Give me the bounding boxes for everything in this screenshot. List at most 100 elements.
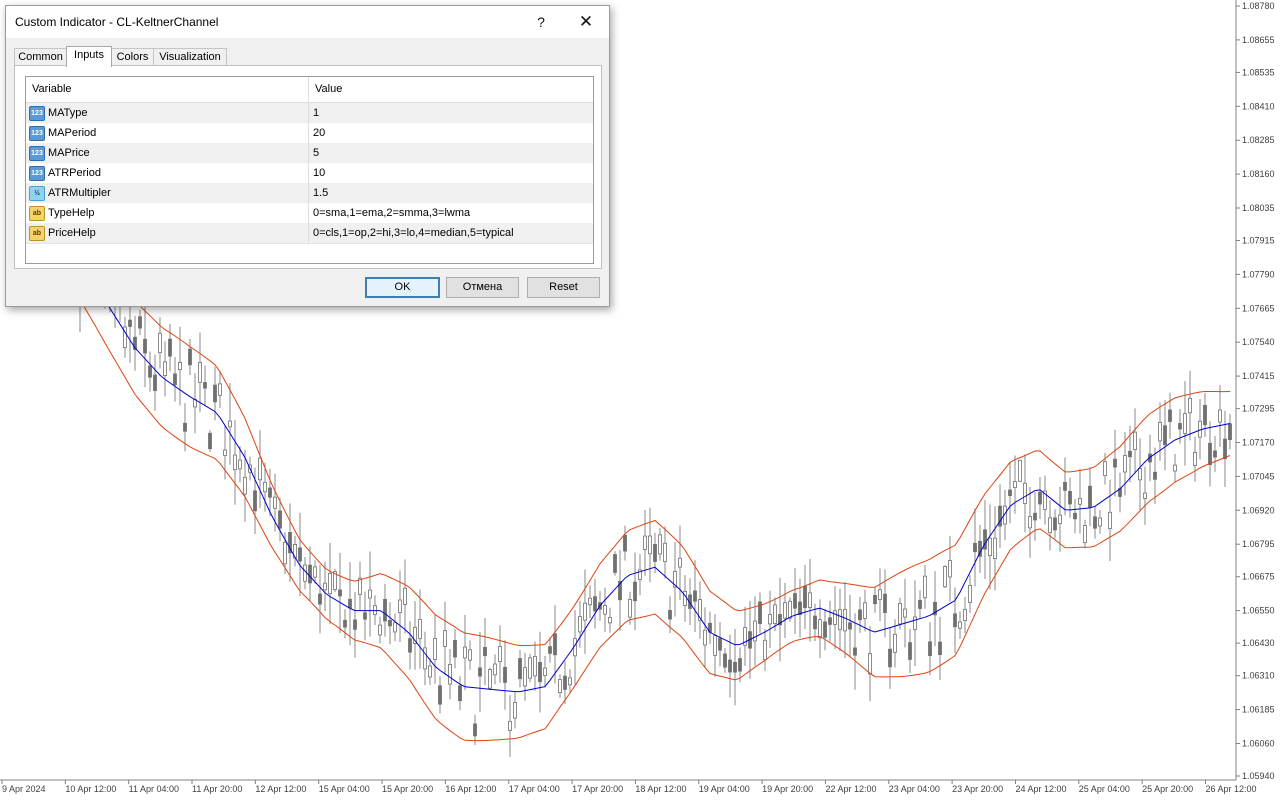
tab-visualization[interactable]: Visualization <box>153 48 227 66</box>
candle-body <box>1153 471 1157 480</box>
candle-body <box>508 720 512 731</box>
time-axis-labels: 9 Apr 2024 10 Apr 12:00 11 Apr 04:00 11 Apr… <box>1 780 1257 794</box>
table-row[interactable]: ½ ATRMultipler 1.5 <box>26 183 593 204</box>
candle-body <box>213 384 217 403</box>
candle-body <box>488 669 492 689</box>
candle-body <box>898 602 902 625</box>
candle-body <box>363 612 367 620</box>
candle-body <box>273 496 277 509</box>
column-header-value[interactable]: Value <box>309 77 593 102</box>
value-cell[interactable]: 10 <box>313 163 325 183</box>
candle-body <box>1133 431 1137 451</box>
time-label: 22 Apr 12:00 <box>825 784 876 794</box>
candle-body <box>428 665 432 678</box>
candle-body <box>1178 423 1182 430</box>
candle-body <box>1193 452 1197 466</box>
candle-body <box>128 319 132 327</box>
table-row[interactable]: ab TypeHelp 0=sma,1=ema,2=smma,3=lwma <box>26 203 593 224</box>
candle-body <box>468 649 472 661</box>
cancel-button[interactable]: Отмена <box>446 277 519 298</box>
candle-body <box>888 648 892 668</box>
candle-body <box>628 598 632 618</box>
time-label: 17 Apr 04:00 <box>509 784 560 794</box>
tab-colors[interactable]: Colors <box>111 48 154 66</box>
candle-body <box>243 476 247 495</box>
ok-button[interactable]: OK <box>365 277 440 298</box>
candle-body <box>513 702 517 719</box>
candle-body <box>208 432 212 450</box>
candle-body <box>798 601 802 615</box>
candle-body <box>203 382 207 389</box>
candle-body <box>1173 464 1177 472</box>
candle-body <box>728 659 732 673</box>
candle-body <box>493 663 497 676</box>
candle-body <box>458 685 462 702</box>
candle-body <box>648 535 652 555</box>
table-row[interactable]: ab PriceHelp 0=cls,1=op,2=hi,3=lo,4=medi… <box>26 223 593 244</box>
candle-body <box>1168 409 1172 422</box>
candle-body <box>283 541 287 565</box>
candle-body <box>1023 482 1027 504</box>
variable-cell: ab TypeHelp <box>26 203 309 223</box>
table-row[interactable]: 123 ATRPeriod 10 <box>26 163 593 184</box>
value-cell[interactable]: 20 <box>313 123 325 143</box>
candle-body <box>518 658 522 680</box>
table-row[interactable]: 123 MAPeriod 20 <box>26 123 593 144</box>
candle-body <box>703 629 707 646</box>
price-label: 1.06675 <box>1242 572 1275 582</box>
candle-body <box>1078 497 1082 505</box>
help-button[interactable]: ? <box>521 10 561 34</box>
candle-body <box>928 641 932 656</box>
value-cell[interactable]: 1.5 <box>313 183 328 203</box>
candle-body <box>403 587 407 605</box>
candle-body <box>533 655 537 677</box>
candle-body <box>418 619 422 640</box>
time-label: 23 Apr 04:00 <box>889 784 940 794</box>
candle-body <box>448 664 452 685</box>
candle-body <box>803 585 807 608</box>
time-label: 16 Apr 12:00 <box>445 784 496 794</box>
candle-body <box>938 641 942 656</box>
reset-button[interactable]: Reset <box>527 277 600 298</box>
candle-body <box>733 661 737 673</box>
candle-body <box>723 653 727 668</box>
candle-body <box>328 572 332 595</box>
variable-name: TypeHelp <box>48 207 95 219</box>
candle-body <box>348 598 352 609</box>
string-icon: ab <box>29 206 45 221</box>
time-label: 11 Apr 04:00 <box>129 784 179 794</box>
custom-indicator-dialog: Custom Indicator - CL-KeltnerChannel ? ✕… <box>5 5 610 307</box>
time-label: 25 Apr 20:00 <box>1142 784 1193 794</box>
table-row[interactable]: 123 MAPrice 5 <box>26 143 593 164</box>
time-label: 19 Apr 04:00 <box>699 784 750 794</box>
price-label: 1.08535 <box>1242 67 1275 77</box>
time-label: 24 Apr 12:00 <box>1015 784 1066 794</box>
candle-body <box>218 383 222 396</box>
candle-body <box>1183 413 1187 434</box>
dialog-titlebar[interactable]: Custom Indicator - CL-KeltnerChannel ? ✕ <box>6 6 609 38</box>
candle-body <box>433 638 437 660</box>
column-header-variable[interactable]: Variable <box>26 77 309 102</box>
candle-body <box>1163 425 1167 446</box>
candle-body <box>873 594 877 605</box>
candle-body <box>1068 491 1072 505</box>
candle-body <box>768 614 772 625</box>
value-cell[interactable]: 5 <box>313 143 319 163</box>
candle-body <box>398 599 402 613</box>
price-label: 1.06060 <box>1242 738 1275 748</box>
close-button[interactable]: ✕ <box>566 10 606 34</box>
candle-body <box>1013 481 1017 489</box>
candle-body <box>843 609 847 632</box>
value-cell[interactable]: 1 <box>313 103 319 123</box>
candle-body <box>663 542 667 563</box>
candle-body <box>1128 450 1132 458</box>
candle-body <box>693 590 697 602</box>
value-cell[interactable]: 0=sma,1=ema,2=smma,3=lwma <box>313 203 470 223</box>
candle-body <box>463 646 467 659</box>
table-row[interactable]: 123 MAType 1 <box>26 103 593 124</box>
tab-inputs[interactable]: Inputs <box>66 46 112 67</box>
candle-body <box>658 534 662 555</box>
value-cell[interactable]: 0=cls,1=op,2=hi,3=lo,4=median,5=typical <box>313 223 514 243</box>
candle-body <box>793 593 797 609</box>
tab-common[interactable]: Common <box>14 48 67 66</box>
